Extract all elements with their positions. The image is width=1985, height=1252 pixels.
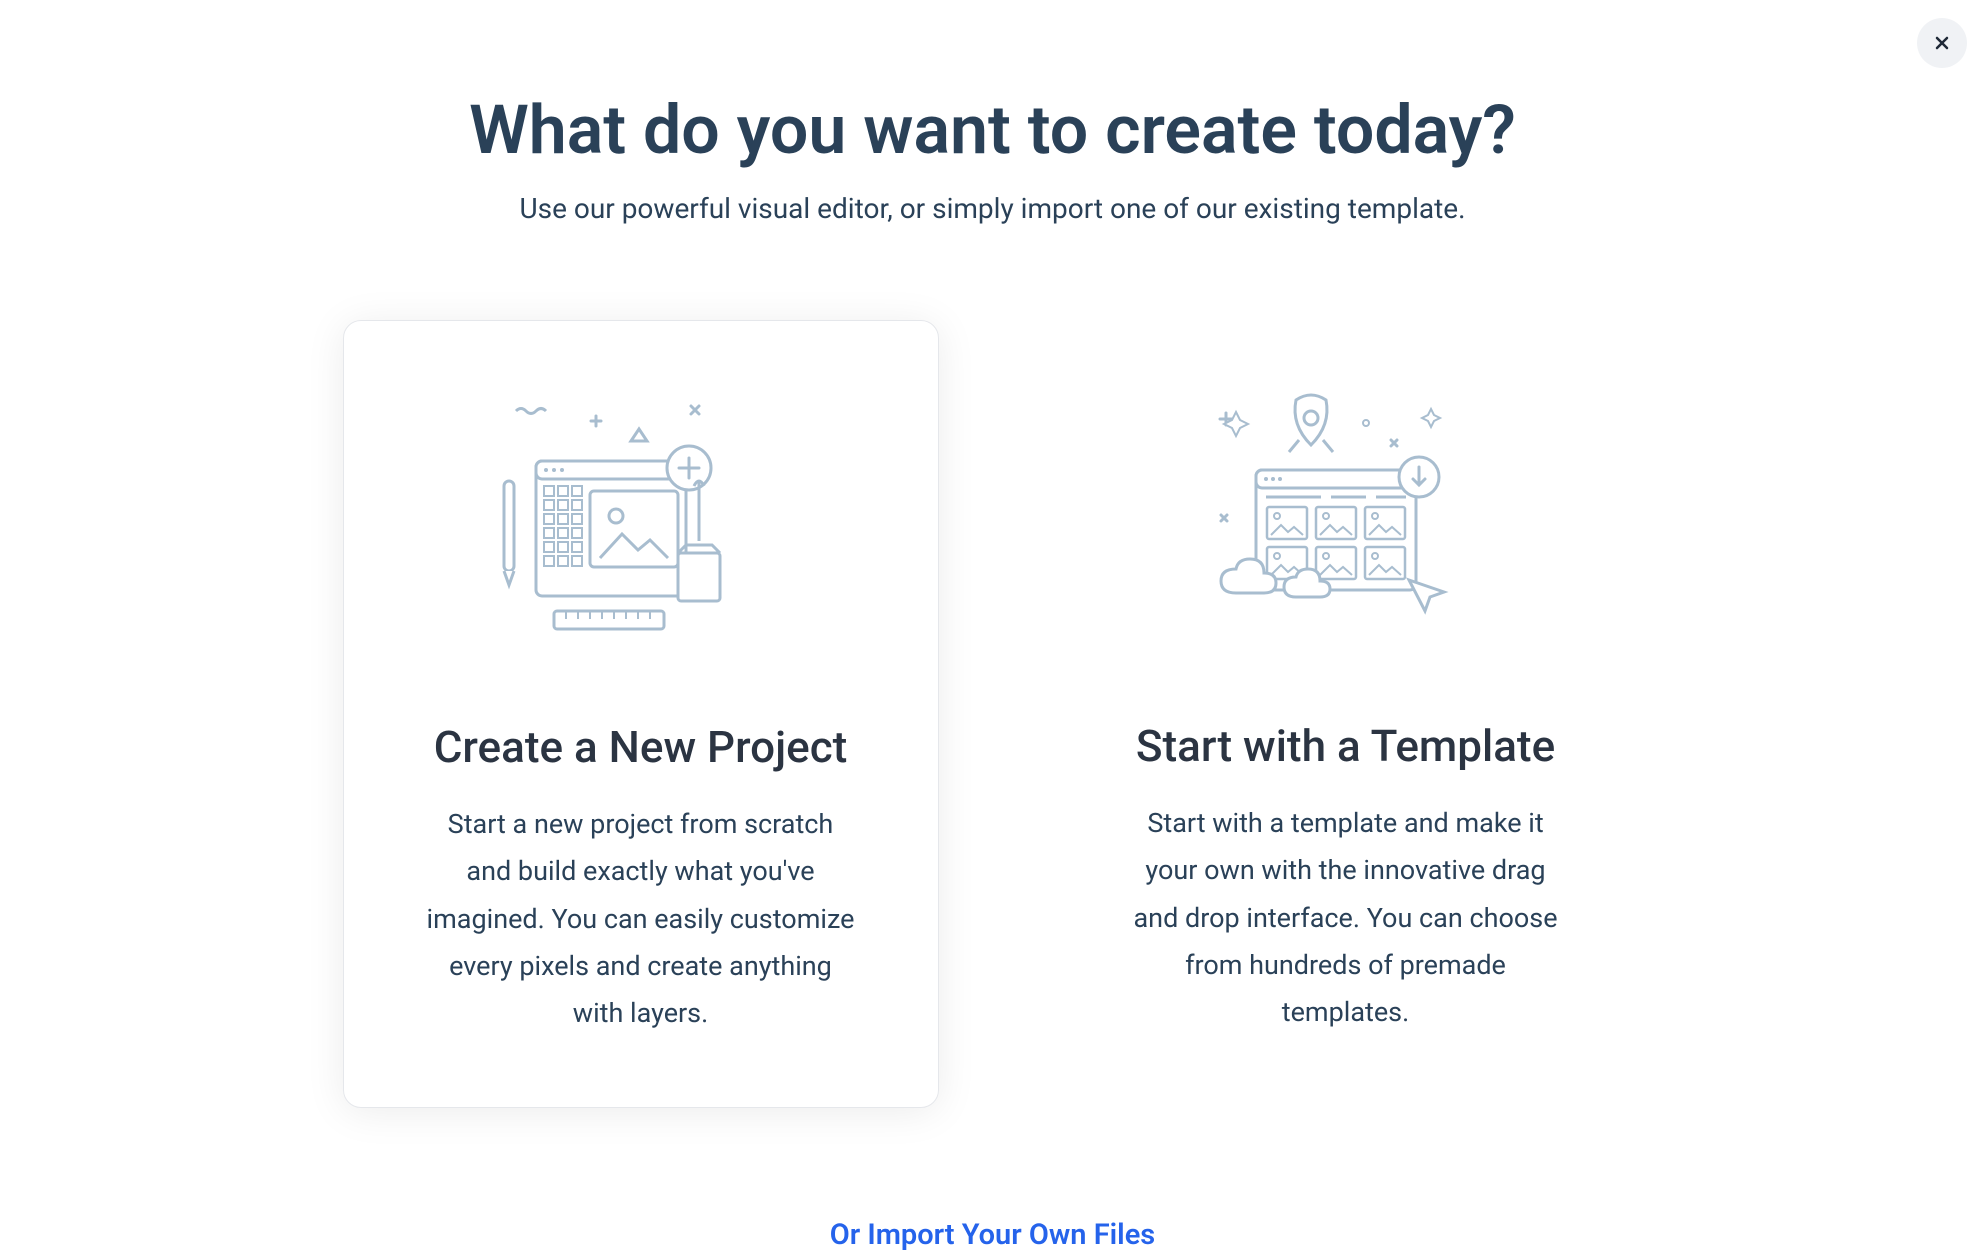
option-title: Create a New Project (424, 721, 858, 773)
close-icon (1932, 33, 1952, 53)
option-new-project[interactable]: Create a New Project Start a new project… (343, 320, 939, 1108)
illustration-wrap (424, 381, 858, 681)
option-template[interactable]: Start with a Template Start with a templ… (1049, 320, 1643, 1108)
template-illustration-icon (1191, 385, 1501, 675)
page-subtitle: Use our powerful visual editor, or simpl… (273, 192, 1713, 225)
page-title: What do you want to create today? (273, 90, 1713, 170)
new-project-illustration-icon (486, 386, 796, 676)
illustration-wrap (1129, 380, 1563, 680)
options-row: Create a New Project Start a new project… (273, 320, 1713, 1108)
modal-container: What do you want to create today? Use ou… (273, 0, 1713, 1252)
import-own-files-link[interactable]: Or Import Your Own Files (273, 1218, 1713, 1252)
option-description: Start with a template and make it your o… (1129, 800, 1563, 1036)
option-description: Start a new project from scratch and bui… (424, 801, 858, 1037)
option-title: Start with a Template (1129, 720, 1563, 772)
close-button[interactable] (1917, 18, 1967, 68)
